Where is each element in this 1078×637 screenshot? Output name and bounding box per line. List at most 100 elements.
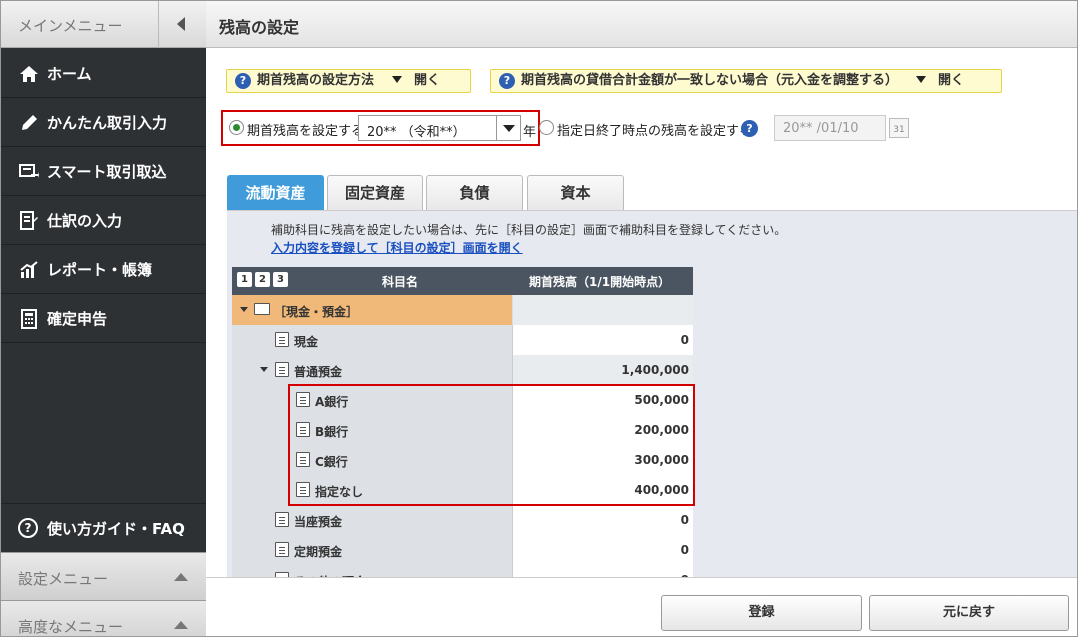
table-row: 普通預金 1,400,000 [232, 355, 693, 385]
register-button-label: 登録 [748, 605, 775, 620]
row-name-cell: 現金 [232, 325, 513, 355]
chevron-down-icon [916, 76, 927, 83]
sidebar-item-smart-import[interactable]: スマート取引取込 [1, 147, 206, 196]
sidebar: メインメニュー ホーム かんたん取引入力 スマート取引取込 仕訳の入力 レポート… [1, 1, 206, 636]
sidebar-item-faq[interactable]: ? 使い方ガイド・FAQ [1, 503, 206, 551]
row-name: 当座預金 [294, 515, 343, 529]
chart-icon [20, 261, 38, 278]
row-balance [513, 295, 693, 325]
calculator-icon [21, 309, 37, 329]
home-icon [20, 66, 38, 82]
row-name: 現金 [294, 335, 319, 349]
caret-down-icon[interactable] [240, 307, 248, 312]
help-open-link[interactable]: 開く [414, 73, 440, 88]
row-name-cell: 定期預金 [232, 535, 513, 565]
revert-button[interactable]: 元に戻す [869, 595, 1069, 631]
account-icon [275, 332, 289, 347]
year-select-value: 20** （令和**） [367, 125, 466, 140]
table-row: 現金 0 [232, 325, 693, 355]
row-balance-input[interactable]: 0 [513, 535, 693, 565]
table-row: 当座預金 0 [232, 505, 693, 535]
advanced-menu[interactable]: 高度なメニュー [1, 600, 206, 636]
collapse-sidebar-button[interactable] [158, 1, 206, 48]
tab-label: 資本 [560, 184, 591, 202]
app-window: メインメニュー ホーム かんたん取引入力 スマート取引取込 仕訳の入力 レポート… [0, 0, 1078, 637]
help-label: 期首残高の貸借合計金額が一致しない場合（元入金を調整する） [521, 73, 899, 88]
sidebar-item-label: ホーム [47, 65, 92, 83]
page-header: 残高の設定 [206, 1, 1077, 48]
date-input-value: 20** /01/10 [783, 121, 859, 136]
row-balance-input[interactable]: 0 [513, 505, 693, 535]
page-title: 残高の設定 [219, 18, 300, 37]
sidebar-item-label: 使い方ガイド・FAQ [47, 520, 185, 538]
specified-date-radio[interactable] [539, 120, 554, 135]
import-icon [19, 164, 39, 178]
chevron-down-icon[interactable] [496, 116, 520, 140]
tab-capital[interactable]: 資本 [527, 175, 624, 211]
sidebar-item-journal[interactable]: 仕訳の入力 [1, 196, 206, 245]
question-icon: ? [235, 73, 251, 89]
sidebar-item-label: スマート取引取込 [47, 163, 167, 181]
caret-down-icon[interactable] [260, 367, 268, 372]
account-icon [275, 362, 289, 377]
help-opening-balance-method[interactable]: ? 期首残高の設定方法 開く [226, 69, 471, 93]
row-name-cell: 当座預金 [232, 505, 513, 535]
sidebar-item-label: レポート・帳簿 [47, 261, 153, 279]
question-icon: ? [499, 73, 515, 89]
advanced-menu-label: 高度なメニュー [18, 618, 124, 636]
sidebar-item-easy-entry[interactable]: かんたん取引入力 [1, 98, 206, 147]
column-header-name: 科目名 [382, 275, 419, 289]
question-icon: ? [18, 518, 38, 538]
sidebar-item-label: 確定申告 [47, 310, 108, 328]
settings-menu-label: 設定メニュー [18, 570, 109, 588]
table-row: 定期預金 0 [232, 535, 693, 565]
sidebar-header: メインメニュー [1, 1, 206, 48]
chevron-up-icon [174, 621, 188, 629]
sidebar-item-tax-return[interactable]: 確定申告 [1, 294, 206, 343]
journal-icon [20, 211, 38, 230]
chevron-left-icon [177, 17, 185, 31]
tab-label: 流動資産 [245, 184, 306, 202]
help-label: 期首残高の設定方法 [257, 73, 375, 88]
sidebar-title: メインメニュー [18, 17, 123, 35]
sidebar-item-label: かんたん取引入力 [47, 114, 168, 132]
level-3-button[interactable]: 3 [273, 272, 288, 287]
sidebar-item-label: 仕訳の入力 [47, 212, 123, 230]
row-name: 普通預金 [294, 365, 343, 379]
sidebar-item-home[interactable]: ホーム [1, 49, 206, 98]
row-balance-input[interactable]: 0 [513, 325, 693, 355]
opening-balance-label: 期首残高を設定する [247, 124, 365, 139]
folder-icon [254, 303, 270, 315]
help-balance-mismatch[interactable]: ? 期首残高の貸借合計金額が一致しない場合（元入金を調整する） 開く [490, 69, 1002, 93]
settings-menu[interactable]: 設定メニュー [1, 552, 206, 600]
help-open-link[interactable]: 開く [938, 73, 964, 88]
year-suffix: 年 [523, 125, 537, 140]
row-balance: 1,400,000 [513, 355, 693, 385]
column-header-balance: 期首残高（1/1開始時点） [529, 275, 671, 289]
row-name: ［現金・預金］ [274, 305, 359, 319]
question-icon[interactable]: ? [741, 120, 758, 137]
chevron-up-icon [174, 573, 188, 581]
opening-balance-radio[interactable] [229, 120, 244, 135]
tab-fixed-assets[interactable]: 固定資産 [327, 175, 423, 211]
calendar-icon-label: 31 [893, 125, 905, 135]
row-name: 定期預金 [294, 545, 343, 559]
tab-label: 固定資産 [344, 184, 405, 202]
pencil-icon [22, 115, 37, 130]
open-account-settings-link[interactable]: 入力内容を登録して［科目の設定］画面を開く [271, 239, 523, 256]
row-name-cell: 普通預金 [232, 355, 513, 385]
sidebar-item-reports[interactable]: レポート・帳簿 [1, 245, 206, 294]
level-2-button[interactable]: 2 [255, 272, 270, 287]
tab-liabilities[interactable]: 負債 [426, 175, 523, 211]
year-select[interactable]: 20** （令和**） [358, 115, 521, 141]
table-row: ［現金・預金］ [232, 295, 693, 325]
info-note: 補助科目に残高を設定したい場合は、先に［科目の設定］画面で補助科目を登録してくだ… [271, 223, 787, 237]
specified-date-label: 指定日終了時点の残高を設定する [557, 124, 753, 139]
level-1-button[interactable]: 1 [237, 272, 252, 287]
revert-button-label: 元に戻す [942, 605, 995, 620]
highlight-box-sub-accounts [288, 384, 695, 506]
date-input: 20** /01/10 [774, 115, 886, 141]
chevron-down-icon [392, 76, 403, 83]
register-button[interactable]: 登録 [661, 595, 862, 631]
tab-current-assets[interactable]: 流動資産 [227, 175, 324, 211]
